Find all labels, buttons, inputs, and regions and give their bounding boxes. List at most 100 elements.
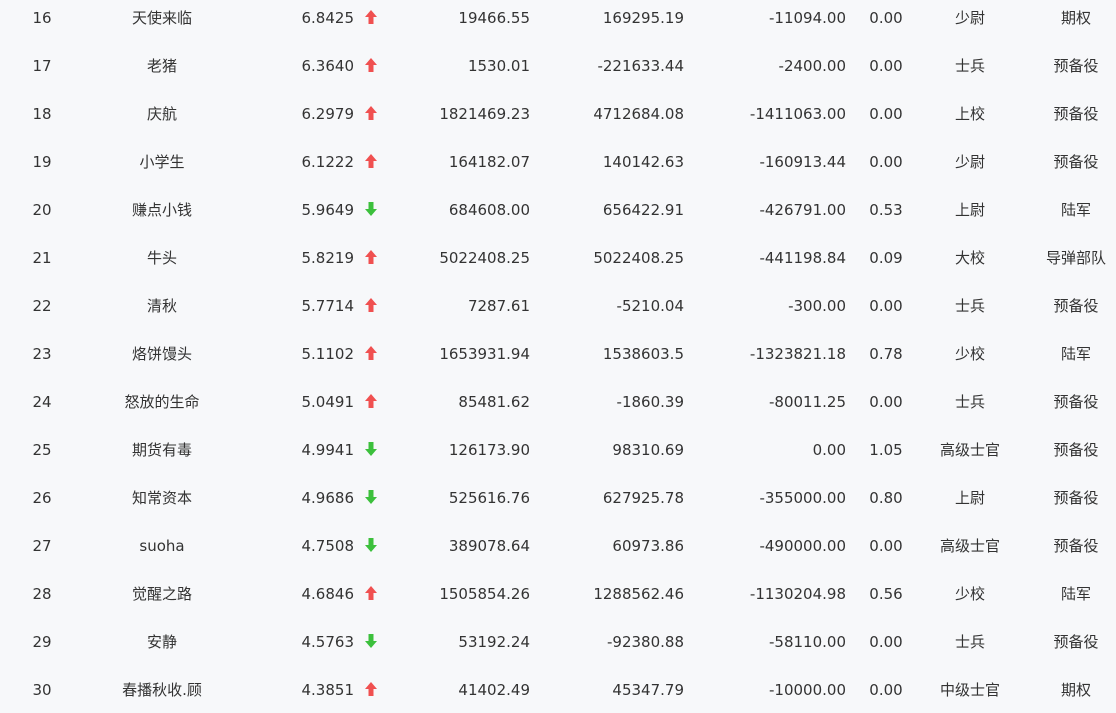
rank-cell: 20: [32, 201, 52, 219]
military-rank-cell: 士兵: [954, 393, 985, 411]
military-rank-cell: 少校: [954, 345, 985, 363]
table-row[interactable]: 29 安静 4.5763 53192.24 -92380.88 -58110.0…: [0, 624, 1116, 672]
trend-indicator: [362, 144, 380, 192]
table-row[interactable]: 21 牛头 5.8219 5022408.25 5022408.25 -4411…: [0, 240, 1116, 288]
value1-cell: 164182.07: [448, 153, 530, 171]
value2-cell: 627925.78: [602, 489, 684, 507]
arrow-down-icon: [365, 202, 377, 216]
trader-name-cell[interactable]: 安静: [92, 624, 232, 672]
score-cell: 5.7714: [301, 297, 355, 315]
value4-cell: 0.00: [869, 633, 903, 651]
trader-name-cell[interactable]: 老猪: [92, 48, 232, 96]
arrow-up-icon: [365, 394, 377, 408]
branch-cell: 预备役: [1053, 153, 1099, 171]
value2-cell: -92380.88: [607, 633, 684, 651]
table-row[interactable]: 30 春播秋收.顾 4.3851 41402.49 45347.79 -1000…: [0, 672, 1116, 713]
trader-name-cell[interactable]: suoha: [92, 528, 232, 576]
table-row[interactable]: 20 赚点小钱 5.9649 684608.00 656422.91 -4267…: [0, 192, 1116, 240]
trader-name-cell[interactable]: 春播秋收.顾: [92, 672, 232, 713]
value1-cell: 1505854.26: [439, 585, 530, 603]
value4-cell: 1.05: [869, 441, 903, 459]
rank-cell: 21: [32, 249, 52, 267]
trend-indicator: [362, 480, 380, 528]
trend-indicator: [362, 624, 380, 672]
score-cell: 4.6846: [301, 585, 355, 603]
table-row[interactable]: 28 觉醒之路 4.6846 1505854.26 1288562.46 -11…: [0, 576, 1116, 624]
value3-cell: -1323821.18: [749, 345, 846, 363]
table-row[interactable]: 19 小学生 6.1222 164182.07 140142.63 -16091…: [0, 144, 1116, 192]
arrow-up-icon: [365, 682, 377, 696]
trend-indicator: [362, 336, 380, 384]
trader-name-cell[interactable]: 庆航: [92, 96, 232, 144]
military-rank-cell: 上校: [954, 105, 985, 123]
branch-cell: 陆军: [1060, 201, 1091, 219]
branch-cell: 陆军: [1060, 585, 1091, 603]
value2-cell: 5022408.25: [593, 249, 684, 267]
military-rank-cell: 少尉: [954, 153, 985, 171]
trader-name-cell[interactable]: 赚点小钱: [92, 192, 232, 240]
military-rank-cell: 少校: [954, 585, 985, 603]
table-row[interactable]: 17 老猪 6.3640 1530.01 -221633.44 -2400.00…: [0, 48, 1116, 96]
table-row[interactable]: 25 期货有毒 4.9941 126173.90 98310.69 0.00 1…: [0, 432, 1116, 480]
military-rank-cell: 少尉: [954, 9, 985, 27]
trader-name-cell[interactable]: 牛头: [92, 240, 232, 288]
military-rank-cell: 士兵: [954, 633, 985, 651]
trend-indicator: [362, 192, 380, 240]
score-cell: 5.9649: [301, 201, 355, 219]
rank-cell: 28: [32, 585, 52, 603]
value2-cell: -221633.44: [597, 57, 684, 75]
value2-cell: 656422.91: [602, 201, 684, 219]
trader-name-cell[interactable]: 期货有毒: [92, 432, 232, 480]
table-row[interactable]: 16 天使来临 6.8425 19466.55 169295.19 -11094…: [0, 0, 1116, 48]
value3-cell: 0.00: [812, 441, 846, 459]
table-row[interactable]: 18 庆航 6.2979 1821469.23 4712684.08 -1411…: [0, 96, 1116, 144]
score-cell: 4.5763: [301, 633, 355, 651]
value4-cell: 0.00: [869, 393, 903, 411]
rank-cell: 27: [32, 537, 52, 555]
table-row[interactable]: 23 烙饼馒头 5.1102 1653931.94 1538603.5 -132…: [0, 336, 1116, 384]
branch-cell: 预备役: [1053, 393, 1099, 411]
value4-cell: 0.00: [869, 9, 903, 27]
value1-cell: 1530.01: [467, 57, 530, 75]
branch-cell: 期权: [1060, 9, 1091, 27]
trader-name-cell[interactable]: 知常资本: [92, 480, 232, 528]
value4-cell: 0.09: [869, 249, 903, 267]
trend-indicator: [362, 96, 380, 144]
trend-indicator: [362, 48, 380, 96]
value4-cell: 0.00: [869, 297, 903, 315]
table-row[interactable]: 26 知常资本 4.9686 525616.76 627925.78 -3550…: [0, 480, 1116, 528]
arrow-down-icon: [365, 442, 377, 456]
value1-cell: 85481.62: [458, 393, 530, 411]
value4-cell: 0.53: [869, 201, 903, 219]
score-cell: 6.3640: [301, 57, 355, 75]
value4-cell: 0.80: [869, 489, 903, 507]
table-row[interactable]: 24 怒放的生命 5.0491 85481.62 -1860.39 -80011…: [0, 384, 1116, 432]
table-row[interactable]: 22 清秋 5.7714 7287.61 -5210.04 -300.00 0.…: [0, 288, 1116, 336]
value3-cell: -58110.00: [769, 633, 846, 651]
trader-name-cell[interactable]: 小学生: [92, 144, 232, 192]
trader-name-cell[interactable]: 天使来临: [92, 0, 232, 48]
value3-cell: -490000.00: [759, 537, 846, 555]
value3-cell: -80011.25: [769, 393, 846, 411]
value1-cell: 1653931.94: [439, 345, 530, 363]
value1-cell: 684608.00: [448, 201, 530, 219]
arrow-up-icon: [365, 154, 377, 168]
rank-cell: 26: [32, 489, 52, 507]
arrow-up-icon: [365, 250, 377, 264]
branch-cell: 预备役: [1053, 537, 1099, 555]
trader-name-cell[interactable]: 怒放的生命: [92, 384, 232, 432]
arrow-down-icon: [365, 490, 377, 504]
value2-cell: 169295.19: [602, 9, 684, 27]
table-row[interactable]: 27 suoha 4.7508 389078.64 60973.86 -4900…: [0, 528, 1116, 576]
military-rank-cell: 高级士官: [939, 537, 1000, 555]
score-cell: 4.9686: [301, 489, 355, 507]
trader-name-cell[interactable]: 烙饼馒头: [92, 336, 232, 384]
value2-cell: 140142.63: [602, 153, 684, 171]
arrow-up-icon: [365, 58, 377, 72]
score-cell: 5.0491: [301, 393, 355, 411]
value3-cell: -10000.00: [769, 681, 846, 699]
trader-name-cell[interactable]: 觉醒之路: [92, 576, 232, 624]
trader-name-cell[interactable]: 清秋: [92, 288, 232, 336]
rank-cell: 24: [32, 393, 52, 411]
value3-cell: -1411063.00: [749, 105, 846, 123]
